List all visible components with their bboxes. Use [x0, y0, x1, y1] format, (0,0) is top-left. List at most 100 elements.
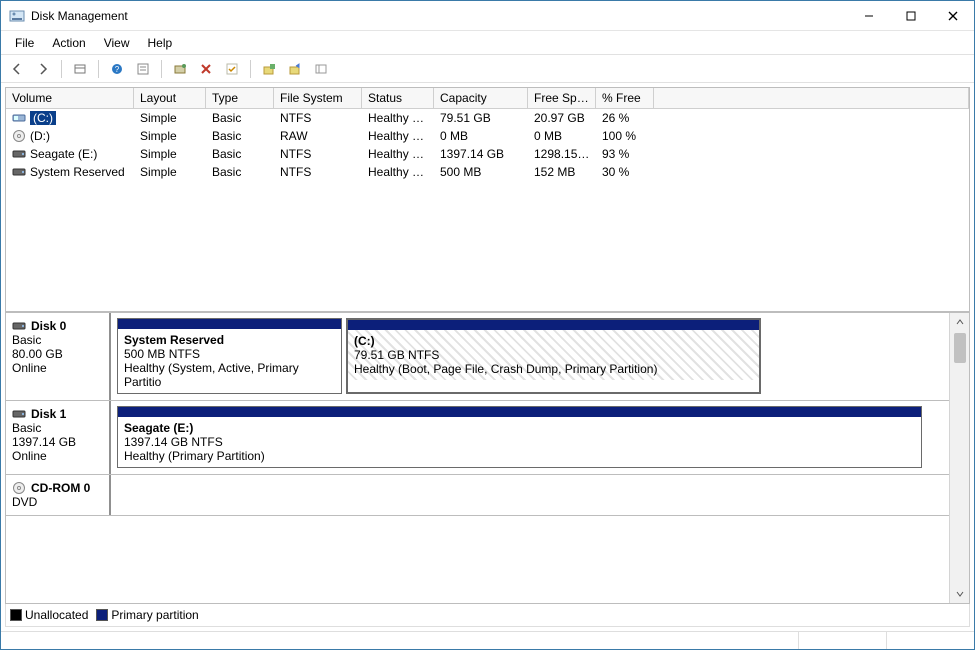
volume-layout: Simple: [134, 163, 206, 181]
partition-size: 500 MB NTFS: [124, 347, 335, 361]
forward-button[interactable]: [33, 59, 53, 79]
volume-capacity: 500 MB: [434, 163, 528, 181]
partition-stripe: [118, 319, 341, 329]
partition[interactable]: Seagate (E:)1397.14 GB NTFSHealthy (Prim…: [117, 406, 922, 468]
volume-name: (D:): [30, 129, 50, 143]
col-spacer: [654, 88, 969, 109]
delete-button[interactable]: [196, 59, 216, 79]
app-icon: [9, 8, 25, 24]
volume-row[interactable]: (D:)SimpleBasicRAWHealthy (P...0 MB0 MB1…: [6, 127, 969, 145]
volume-row[interactable]: System ReservedSimpleBasicNTFSHealthy (S…: [6, 163, 969, 181]
scroll-thumb[interactable]: [954, 333, 966, 363]
volume-pct: 30 %: [596, 163, 654, 181]
toolbar-separator: [250, 60, 251, 78]
volume-status: Healthy (P...: [362, 145, 434, 163]
disk-type: Basic: [12, 421, 103, 435]
volume-layout: Simple: [134, 109, 206, 127]
col-capacity[interactable]: Capacity: [434, 88, 528, 109]
disk-capacity: 1397.14 GB: [12, 435, 103, 449]
volume-row[interactable]: (C:)SimpleBasicNTFSHealthy (B...79.51 GB…: [6, 109, 969, 127]
volume-name: (C:): [30, 111, 56, 125]
col-status[interactable]: Status: [362, 88, 434, 109]
toolbar-separator: [161, 60, 162, 78]
volume-pct: 93 %: [596, 145, 654, 163]
col-pctfree[interactable]: % Free: [596, 88, 654, 109]
disk-status: Online: [12, 361, 103, 375]
maximize-button[interactable]: [890, 2, 932, 30]
toolbar: ?: [1, 55, 974, 83]
menu-file[interactable]: File: [7, 33, 42, 53]
scroll-up-button[interactable]: [950, 313, 969, 331]
menu-view[interactable]: View: [96, 33, 138, 53]
help-button[interactable]: ?: [107, 59, 127, 79]
disk-partitions: [111, 475, 949, 515]
menu-action[interactable]: Action: [44, 33, 93, 53]
volume-type: Basic: [206, 109, 274, 127]
volume-list-header: Volume Layout Type File System Status Ca…: [6, 88, 969, 109]
partition-name: System Reserved: [124, 333, 335, 347]
partition[interactable]: (C:)79.51 GB NTFSHealthy (Boot, Page Fil…: [346, 318, 761, 394]
partition-health: Healthy (System, Active, Primary Partiti…: [124, 361, 335, 389]
volume-capacity: 1397.14 GB: [434, 145, 528, 163]
volume-name: Seagate (E:): [30, 147, 97, 161]
disk-label[interactable]: Disk 1Basic1397.14 GBOnline: [6, 401, 111, 474]
status-cell: [886, 632, 974, 649]
volume-free: 0 MB: [528, 127, 596, 145]
list-button[interactable]: [311, 59, 331, 79]
col-filesystem[interactable]: File System: [274, 88, 362, 109]
partition-stripe: [118, 407, 921, 417]
properties-button[interactable]: [222, 59, 242, 79]
vertical-scrollbar[interactable]: [949, 313, 969, 603]
volume-status: Healthy (P...: [362, 127, 434, 145]
volume-type: Basic: [206, 145, 274, 163]
disk-name: Disk 1: [31, 407, 66, 421]
volume-list[interactable]: Volume Layout Type File System Status Ca…: [5, 87, 970, 312]
back-button[interactable]: [7, 59, 27, 79]
mount-button[interactable]: [285, 59, 305, 79]
disk-row: CD-ROM 0DVD: [6, 475, 949, 516]
disk-partitions: System Reserved500 MB NTFSHealthy (Syste…: [111, 313, 949, 400]
new-volume-button[interactable]: [259, 59, 279, 79]
refresh-button[interactable]: [170, 59, 190, 79]
volume-pct: 26 %: [596, 109, 654, 127]
volume-free: 152 MB: [528, 163, 596, 181]
menu-help[interactable]: Help: [140, 33, 181, 53]
titlebar: Disk Management: [1, 1, 974, 31]
status-cell: [798, 632, 886, 649]
disk-partitions: Seagate (E:)1397.14 GB NTFSHealthy (Prim…: [111, 401, 949, 474]
disk-graphical-column: Disk 0Basic80.00 GBOnlineSystem Reserved…: [6, 313, 949, 603]
partition-health: Healthy (Primary Partition): [124, 449, 915, 463]
volume-pct: 100 %: [596, 127, 654, 145]
settings-button[interactable]: [133, 59, 153, 79]
volume-fs: NTFS: [274, 109, 362, 127]
partition-name: Seagate (E:): [124, 421, 915, 435]
disk-name: Disk 0: [31, 319, 66, 333]
volume-name: System Reserved: [30, 165, 125, 179]
show-hide-button[interactable]: [70, 59, 90, 79]
close-button[interactable]: [932, 2, 974, 30]
disk-row: Disk 0Basic80.00 GBOnlineSystem Reserved…: [6, 313, 949, 401]
volume-row[interactable]: Seagate (E:)SimpleBasicNTFSHealthy (P...…: [6, 145, 969, 163]
toolbar-separator: [61, 60, 62, 78]
volume-layout: Simple: [134, 145, 206, 163]
content-area: Volume Layout Type File System Status Ca…: [1, 83, 974, 631]
disk-name: CD-ROM 0: [31, 481, 90, 495]
volume-free: 1298.15 ...: [528, 145, 596, 163]
disk-label[interactable]: Disk 0Basic80.00 GBOnline: [6, 313, 111, 400]
volume-fs: NTFS: [274, 163, 362, 181]
minimize-button[interactable]: [848, 2, 890, 30]
col-type[interactable]: Type: [206, 88, 274, 109]
col-layout[interactable]: Layout: [134, 88, 206, 109]
disk-management-window: Disk Management File Action View Help ? …: [0, 0, 975, 650]
col-volume[interactable]: Volume: [6, 88, 134, 109]
disk-graphical-view: Disk 0Basic80.00 GBOnlineSystem Reserved…: [5, 312, 970, 604]
scroll-down-button[interactable]: [950, 585, 969, 603]
volume-icon: [12, 165, 26, 179]
volume-icon: [12, 111, 26, 125]
partition[interactable]: System Reserved500 MB NTFSHealthy (Syste…: [117, 318, 342, 394]
volume-status: Healthy (B...: [362, 109, 434, 127]
statusbar: [1, 631, 974, 649]
col-free[interactable]: Free Spa...: [528, 88, 596, 109]
disk-label[interactable]: CD-ROM 0DVD: [6, 475, 111, 515]
window-title: Disk Management: [31, 9, 848, 23]
